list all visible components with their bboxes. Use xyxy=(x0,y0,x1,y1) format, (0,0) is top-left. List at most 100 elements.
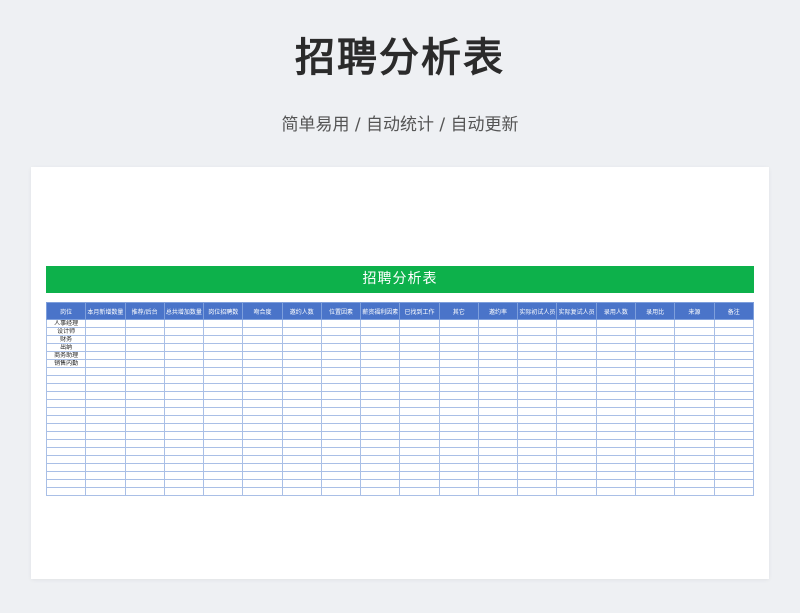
table-cell[interactable] xyxy=(713,319,755,328)
table-cell[interactable] xyxy=(242,327,283,336)
table-cell[interactable] xyxy=(163,431,205,440)
table-cell[interactable] xyxy=(124,383,165,392)
table-cell[interactable] xyxy=(242,439,283,448)
table-cell[interactable] xyxy=(595,367,636,376)
table-cell[interactable] xyxy=(399,375,440,384)
table-cell[interactable] xyxy=(517,447,558,456)
table-cell[interactable] xyxy=(203,367,244,376)
table-cell[interactable] xyxy=(477,375,519,384)
table-cell[interactable] xyxy=(85,407,126,416)
table-cell[interactable] xyxy=(556,423,597,432)
table-cell[interactable] xyxy=(242,463,283,472)
position-cell[interactable]: 商务助理 xyxy=(45,351,87,360)
table-cell[interactable] xyxy=(124,343,165,352)
table-cell[interactable] xyxy=(556,463,597,472)
table-cell[interactable] xyxy=(595,415,636,424)
table-cell[interactable] xyxy=(163,407,205,416)
table-cell[interactable] xyxy=(203,439,244,448)
table-cell[interactable] xyxy=(360,455,401,464)
table-cell[interactable] xyxy=(634,431,676,440)
table-cell[interactable] xyxy=(360,415,401,424)
table-cell[interactable] xyxy=(320,327,362,336)
table-cell[interactable] xyxy=(517,439,558,448)
table-cell[interactable] xyxy=(399,319,440,328)
table-cell[interactable] xyxy=(477,439,519,448)
table-cell[interactable] xyxy=(203,487,244,496)
table-cell[interactable] xyxy=(281,415,322,424)
table-cell[interactable] xyxy=(203,327,244,336)
table-cell[interactable] xyxy=(438,359,479,368)
position-cell[interactable] xyxy=(45,423,87,432)
table-cell[interactable] xyxy=(634,407,676,416)
table-cell[interactable] xyxy=(320,359,362,368)
table-cell[interactable] xyxy=(242,423,283,432)
table-cell[interactable] xyxy=(163,487,205,496)
table-cell[interactable] xyxy=(477,399,519,408)
table-cell[interactable] xyxy=(124,351,165,360)
table-cell[interactable] xyxy=(360,463,401,472)
table-cell[interactable] xyxy=(360,367,401,376)
table-cell[interactable] xyxy=(477,335,519,344)
table-cell[interactable] xyxy=(242,431,283,440)
table-cell[interactable] xyxy=(517,367,558,376)
table-cell[interactable] xyxy=(713,375,755,384)
table-cell[interactable] xyxy=(674,327,715,336)
table-cell[interactable] xyxy=(281,487,322,496)
position-cell[interactable] xyxy=(45,471,87,480)
table-cell[interactable] xyxy=(517,391,558,400)
table-cell[interactable] xyxy=(634,423,676,432)
table-cell[interactable] xyxy=(124,431,165,440)
table-cell[interactable] xyxy=(674,343,715,352)
table-cell[interactable] xyxy=(595,359,636,368)
table-cell[interactable] xyxy=(634,455,676,464)
table-cell[interactable] xyxy=(595,327,636,336)
table-cell[interactable] xyxy=(674,439,715,448)
table-cell[interactable] xyxy=(713,455,755,464)
table-cell[interactable] xyxy=(477,343,519,352)
table-cell[interactable] xyxy=(595,399,636,408)
table-cell[interactable] xyxy=(163,335,205,344)
table-cell[interactable] xyxy=(85,431,126,440)
table-cell[interactable] xyxy=(281,455,322,464)
table-cell[interactable] xyxy=(163,375,205,384)
table-cell[interactable] xyxy=(713,391,755,400)
table-cell[interactable] xyxy=(320,343,362,352)
table-cell[interactable] xyxy=(203,479,244,488)
table-cell[interactable] xyxy=(517,335,558,344)
table-cell[interactable] xyxy=(242,415,283,424)
table-cell[interactable] xyxy=(634,439,676,448)
table-cell[interactable] xyxy=(674,463,715,472)
table-cell[interactable] xyxy=(163,455,205,464)
table-cell[interactable] xyxy=(556,391,597,400)
table-cell[interactable] xyxy=(438,335,479,344)
table-cell[interactable] xyxy=(556,407,597,416)
table-cell[interactable] xyxy=(595,455,636,464)
table-cell[interactable] xyxy=(713,367,755,376)
table-cell[interactable] xyxy=(281,431,322,440)
table-cell[interactable] xyxy=(124,319,165,328)
table-cell[interactable] xyxy=(124,375,165,384)
table-cell[interactable] xyxy=(517,327,558,336)
position-cell[interactable]: 设计师 xyxy=(45,327,87,336)
table-cell[interactable] xyxy=(556,343,597,352)
table-cell[interactable] xyxy=(360,399,401,408)
table-cell[interactable] xyxy=(517,359,558,368)
table-cell[interactable] xyxy=(713,415,755,424)
table-cell[interactable] xyxy=(595,351,636,360)
table-cell[interactable] xyxy=(477,423,519,432)
table-cell[interactable] xyxy=(242,375,283,384)
table-cell[interactable] xyxy=(163,351,205,360)
table-cell[interactable] xyxy=(438,407,479,416)
table-cell[interactable] xyxy=(281,327,322,336)
table-cell[interactable] xyxy=(124,423,165,432)
table-cell[interactable] xyxy=(85,375,126,384)
table-cell[interactable] xyxy=(634,319,676,328)
table-cell[interactable] xyxy=(360,391,401,400)
table-cell[interactable] xyxy=(85,487,126,496)
table-cell[interactable] xyxy=(360,375,401,384)
table-cell[interactable] xyxy=(163,423,205,432)
table-cell[interactable] xyxy=(281,471,322,480)
table-cell[interactable] xyxy=(674,415,715,424)
table-cell[interactable] xyxy=(85,415,126,424)
table-cell[interactable] xyxy=(438,479,479,488)
